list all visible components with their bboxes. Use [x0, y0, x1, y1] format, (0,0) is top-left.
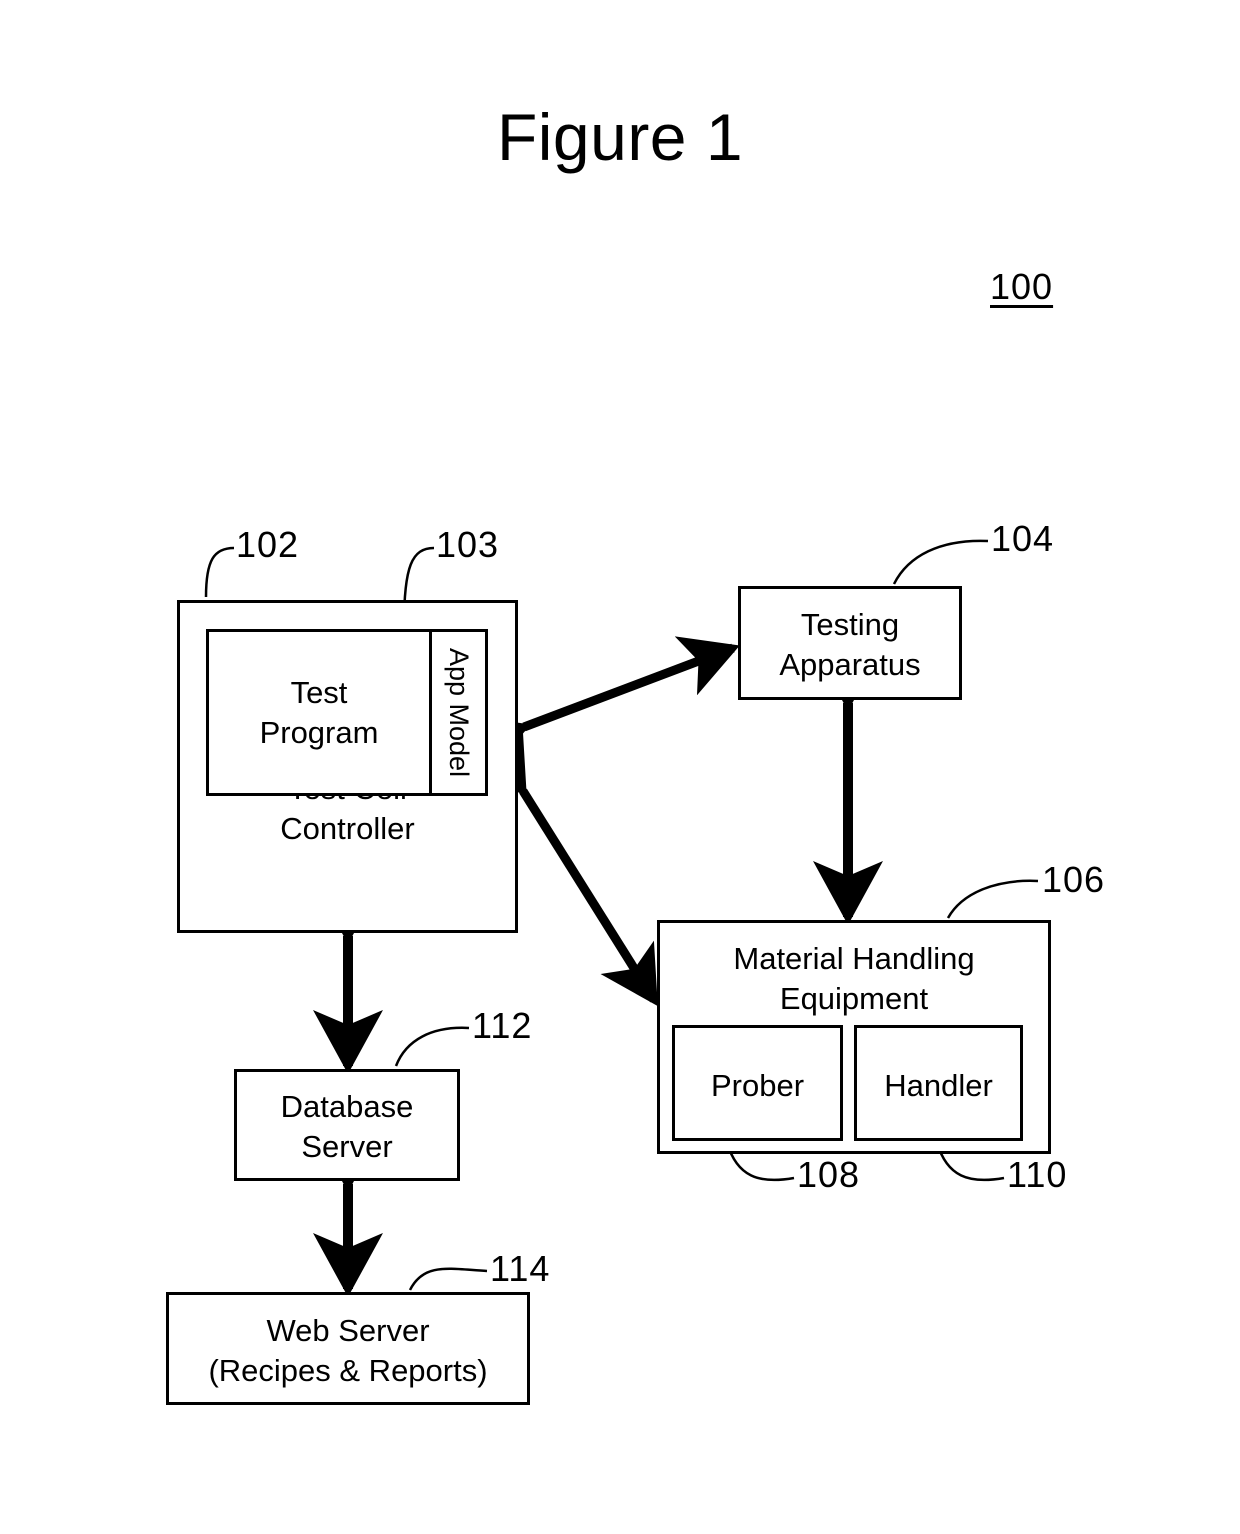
leader-line-112: [394, 1026, 470, 1067]
arrow-tcc-testing-apparatus: [465, 636, 740, 775]
database-server-label: Database Server: [280, 1089, 414, 1164]
test-program-label: Test Program: [259, 674, 379, 750]
leader-line-114: [408, 1267, 488, 1291]
test-program-container: Test Program App Model: [206, 629, 488, 796]
testing-apparatus-label: Testing Apparatus: [779, 607, 921, 682]
figure-title: Figure 1: [496, 100, 744, 174]
web-server-block: Web Server (Recipes & Reports): [166, 1292, 530, 1405]
arrow-tcc-material-handling: [469, 731, 658, 1007]
callout-103: 103: [436, 524, 500, 565]
prober-label: Prober: [710, 1068, 805, 1103]
system-reference-number: 100: [990, 266, 1054, 307]
callout-108: 108: [797, 1154, 861, 1195]
prober-block: Prober: [672, 1025, 843, 1141]
leader-line-104: [892, 539, 989, 585]
callout-114: 114: [490, 1248, 551, 1289]
patent-figure-page: Figure 1 100 Test Cell Controller: [0, 0, 1240, 1534]
test-program-block: Test Program: [209, 632, 432, 793]
callout-112: 112: [472, 1005, 533, 1046]
web-server-label: Web Server (Recipes & Reports): [208, 1313, 488, 1388]
callout-104: 104: [991, 518, 1055, 559]
callout-106: 106: [1042, 859, 1106, 900]
callout-110: 110: [1007, 1154, 1068, 1195]
database-server-block: Database Server: [234, 1069, 460, 1181]
leader-line-102: [204, 546, 235, 598]
leader-line-106: [946, 879, 1039, 919]
callout-102: 102: [236, 524, 300, 565]
testing-apparatus-block: Testing Apparatus: [738, 586, 962, 700]
handler-block: Handler: [854, 1025, 1023, 1141]
app-model-label: App Model: [444, 647, 474, 778]
handler-label: Handler: [884, 1068, 993, 1103]
material-handling-equipment-label: Material Handling Equipment: [733, 941, 975, 1016]
app-model-block: App Model: [432, 632, 485, 793]
